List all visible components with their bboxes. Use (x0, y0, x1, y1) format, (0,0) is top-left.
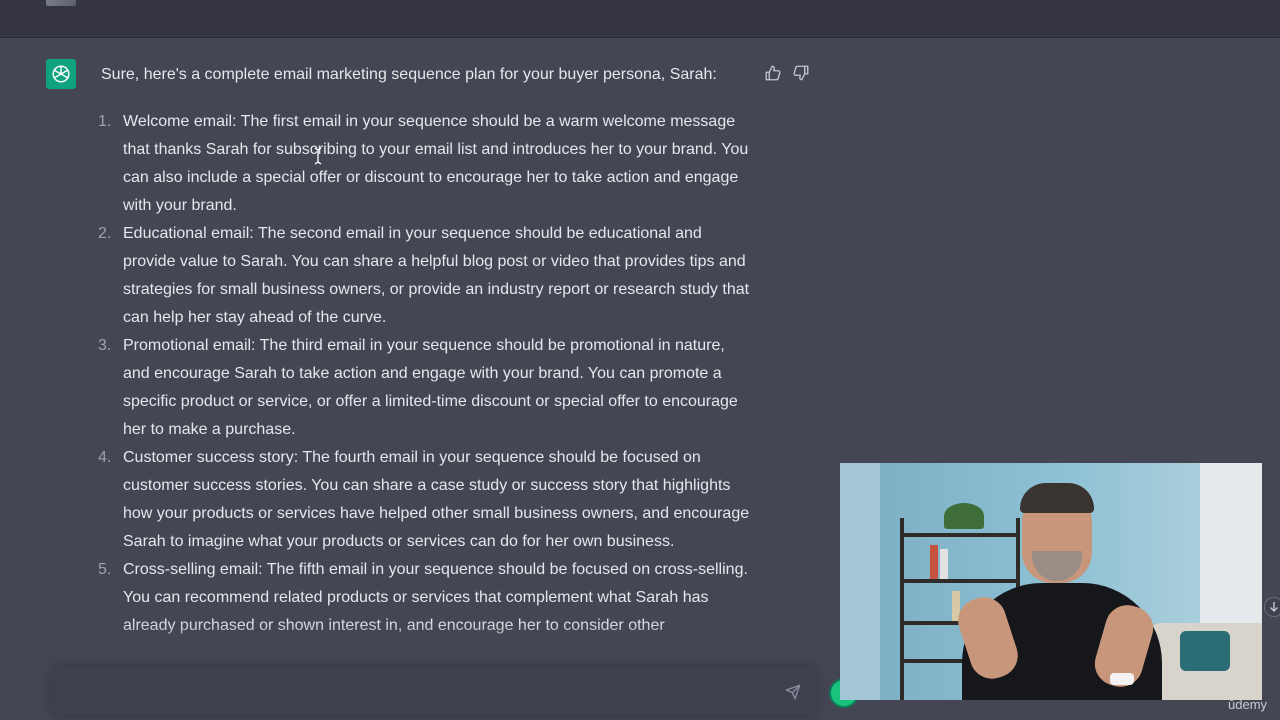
list-item-number: 2. (98, 225, 112, 242)
thumbs-up-icon[interactable] (764, 64, 782, 82)
list-item-number: 3. (98, 337, 112, 354)
user-avatar (46, 0, 76, 6)
list-item-text: Customer success story: The fourth email… (123, 449, 750, 550)
list-item-number: 1. (98, 113, 112, 130)
list-item-number: 5. (98, 561, 112, 578)
user-message-strip (0, 0, 1280, 38)
text-cursor-icon (313, 147, 323, 165)
thumbs-down-icon[interactable] (792, 64, 810, 82)
list-item: 4. Customer success story: The fourth em… (80, 444, 750, 556)
list-item: 3. Promotional email: The third email in… (80, 332, 750, 444)
arrow-down-icon[interactable] (1264, 597, 1280, 617)
list-item-text: Welcome email: The first email in your s… (123, 113, 749, 214)
assistant-intro-text: Sure, here's a complete email marketing … (101, 66, 717, 83)
list-item-text: Cross-selling email: The fifth email in … (123, 561, 748, 634)
send-icon[interactable] (785, 684, 801, 700)
chatgpt-logo-icon (46, 59, 76, 89)
udemy-watermark: ūdemy (1228, 697, 1268, 712)
list-item: 2. Educational email: The second email i… (80, 220, 750, 332)
list-item-text: Educational email: The second email in y… (123, 225, 750, 326)
list-item: 5. Cross-selling email: The fifth email … (80, 556, 750, 640)
message-composer[interactable] (52, 667, 817, 717)
instructor-webcam-overlay (840, 463, 1262, 700)
message-input[interactable] (66, 667, 770, 717)
list-item-number: 4. (98, 449, 112, 466)
email-sequence-list: 1. Welcome email: The first email in you… (80, 108, 750, 640)
list-item: 1. Welcome email: The first email in you… (80, 108, 750, 220)
list-item-text: Promotional email: The third email in yo… (123, 337, 738, 438)
